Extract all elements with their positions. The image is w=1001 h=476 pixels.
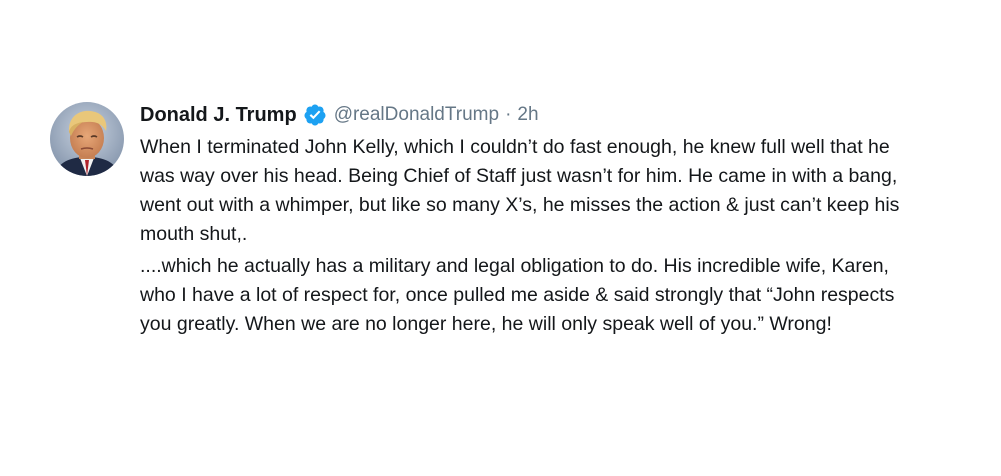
tweet-text-paragraph-1: When I terminated John Kelly, which I co… xyxy=(140,136,900,245)
avatar[interactable] xyxy=(50,102,124,176)
tweet-content: Donald J. Trump @realDonaldTrump · 2h Wh… xyxy=(140,100,950,339)
tweet-header: Donald J. Trump @realDonaldTrump · 2h xyxy=(140,100,950,130)
separator-dot: · xyxy=(505,104,512,125)
tweet-card[interactable]: Donald J. Trump @realDonaldTrump · 2h Wh… xyxy=(50,100,950,339)
author-name[interactable]: Donald J. Trump xyxy=(140,100,297,130)
tweet-text-paragraph-2: ....which he actually has a military and… xyxy=(140,255,895,335)
author-handle[interactable]: @realDonaldTrump xyxy=(334,100,499,130)
verified-badge-icon xyxy=(303,103,327,127)
tweet-timestamp[interactable]: 2h xyxy=(517,100,538,130)
